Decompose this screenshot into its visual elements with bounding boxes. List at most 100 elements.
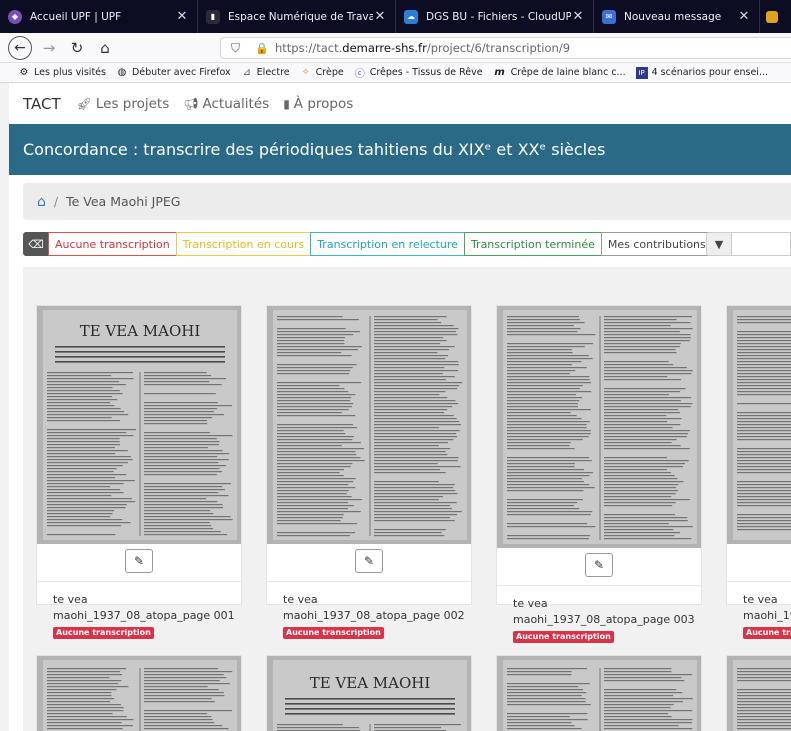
project-banner: Concordance : transcrire des périodiques… — [9, 124, 791, 175]
card-title-line1: te vea — [743, 593, 778, 606]
page-scan-image[interactable] — [37, 656, 241, 731]
filter-aucune-transcription[interactable]: Aucune transcription — [48, 232, 177, 256]
tab-partial[interactable] — [760, 0, 790, 33]
rocket-icon: 🚀︎ — [76, 96, 92, 111]
card-caption: te vea maohi_1937_08_atopa_page 003 Aucu… — [497, 596, 701, 644]
scan-drawing: TE VEA MAOHI — [267, 656, 471, 731]
close-tab-icon[interactable]: ✕ — [571, 9, 585, 24]
bookmark-label: Electre — [256, 67, 290, 78]
filter-mes-contributions[interactable]: Mes contributions — [600, 232, 713, 256]
pencil-icon[interactable]: ✎ — [585, 553, 613, 577]
page-card[interactable] — [36, 655, 242, 731]
back-arrow-icon[interactable]: ← — [8, 35, 32, 60]
shield-icon[interactable]: ⛉ — [231, 41, 245, 56]
page-left-margin — [0, 83, 9, 731]
page-card[interactable]: ✎ te vea maohi_1937_08_atopa_page 002 Au… — [266, 305, 472, 639]
filter-input[interactable] — [732, 232, 791, 256]
page-card[interactable] — [726, 655, 791, 731]
nav-actualites[interactable]: 📢︎ Actualités — [183, 96, 269, 112]
page-card[interactable]: te vea maohi_19 Aucune tra — [726, 305, 791, 639]
eraser-icon[interactable]: ⌫ — [23, 232, 49, 256]
lock-icon[interactable]: 🔒 — [255, 42, 269, 55]
forward-arrow-icon[interactable]: → — [38, 37, 60, 59]
status-filters: ⌫ Aucune transcription Transcription en … — [23, 232, 713, 256]
scan-drawing — [727, 656, 791, 731]
page-scan-image[interactable]: TE VEA MAOHI — [37, 306, 241, 544]
url-domain: demarre-shs.fr — [342, 41, 427, 55]
pencil-icon[interactable]: ✎ — [125, 549, 153, 573]
page-card[interactable]: TE VEA MAOHI ✎ te vea maohi_1937_08_atop… — [36, 305, 242, 639]
page-card[interactable]: ✎ te vea maohi_1937_08_atopa_page 003 Au… — [496, 305, 702, 643]
svg-text:TE VEA MAOHI: TE VEA MAOHI — [310, 674, 431, 692]
bookmark-les-plus-visites[interactable]: ⚙ Les plus visités — [18, 67, 106, 79]
card-title-line2: maohi_1937_08_atopa_page 003 — [513, 613, 695, 626]
bookmark-crepes-tissus[interactable]: ⓒ Crêpes - Tissus de Rêve — [354, 67, 483, 80]
scan-drawing — [267, 306, 471, 544]
bookmark-4-scenarios[interactable]: IP 4 scénarios pour ensei... — [635, 66, 768, 79]
scan-drawing: TE VEA MAOHI — [37, 306, 241, 544]
close-tab-icon[interactable]: ✕ — [737, 9, 751, 24]
home-icon[interactable]: ⌂ — [37, 194, 46, 210]
ent-favicon-icon: ▮ — [206, 9, 220, 24]
gear-icon: ⚙ — [19, 67, 29, 78]
bookmark-electre[interactable]: ⊿ Electre — [241, 67, 290, 79]
tab-title: Nouveau message — [624, 10, 722, 23]
filter-search: ▼ — [706, 232, 791, 256]
card-title-line2: maohi_19 — [743, 609, 791, 622]
close-tab-icon[interactable]: ✕ — [373, 9, 387, 24]
bookmark-crepe[interactable]: ✧ Crèpe — [300, 67, 343, 79]
page-title: Concordance : transcrire des périodiques… — [23, 140, 606, 159]
browser-nav-bar: ← → ↻ ⌂ ⛉ 🔒 https://tact.demarre-shs.fr/… — [0, 33, 791, 63]
breadcrumb-separator: / — [53, 194, 59, 209]
page-scan-image[interactable]: TE VEA MAOHI — [267, 656, 471, 731]
nav-a-propos[interactable]: ▮ À propos — [283, 96, 353, 112]
page-scan-image[interactable] — [497, 656, 701, 731]
tab-title: DGS BU - Fichiers - CloudUPF — [426, 10, 571, 23]
url-bar[interactable]: ⛉ 🔒 https://tact.demarre-shs.fr/project/… — [220, 37, 791, 59]
page-card[interactable]: TE VEA MAOHI — [266, 655, 472, 731]
nav-label: À propos — [293, 95, 354, 112]
filter-transcription-terminee[interactable]: Transcription terminée — [463, 232, 602, 256]
app-navbar: TACT 🚀︎ Les projets 📢︎ Actualités ▮ À propo… — [9, 83, 791, 124]
card-toolbar: ✎ — [497, 548, 701, 586]
tab-ent[interactable]: ▮ Espace Numérique de Travail - ✕ — [198, 0, 396, 33]
nav-les-projets[interactable]: 🚀︎ Les projets — [77, 96, 170, 112]
scan-drawing — [497, 656, 701, 731]
page-scan-image[interactable] — [727, 306, 791, 544]
home-icon[interactable]: ⌂ — [94, 37, 116, 59]
page-gallery: TE VEA MAOHI ✎ te vea maohi_1937_08_atop… — [23, 267, 791, 731]
bookmark-label: Crêpes - Tissus de Rêve — [369, 67, 483, 78]
page-scan-image[interactable] — [727, 656, 791, 731]
nav-label: Les projets — [95, 95, 170, 112]
reload-icon[interactable]: ↻ — [66, 37, 88, 59]
tab-cloudupf[interactable]: ☁ DGS BU - Fichiers - CloudUPF ✕ — [396, 0, 594, 33]
card-caption: te vea maohi_1937_08_atopa_page 001 Aucu… — [37, 592, 241, 640]
tab-accueil-upf[interactable]: ◆ Accueil UPF | UPF ✕ — [0, 0, 198, 33]
bookmark-label: Crêpe de laine blanc c... — [510, 67, 626, 78]
tab-title: Espace Numérique de Travail - — [228, 10, 373, 23]
circle-icon: ⓒ — [354, 69, 365, 80]
card-toolbar: ✎ — [37, 544, 241, 582]
page-scan-image[interactable] — [267, 306, 471, 544]
upf-favicon-icon: ◆ — [8, 9, 22, 24]
close-tab-icon[interactable]: ✕ — [175, 9, 189, 24]
card-title-line2: maohi_1937_08_atopa_page 002 — [283, 609, 465, 622]
pencil-icon[interactable]: ✎ — [355, 549, 383, 573]
filter-transcription-en-cours[interactable]: Transcription en cours — [175, 232, 312, 256]
tab-nouveau-message[interactable]: ✉ Nouveau message ✕ — [594, 0, 760, 33]
bookmark-crepe-laine[interactable]: m Crêpe de laine blanc c... — [493, 67, 626, 79]
url-text[interactable]: https://tact.demarre-shs.fr/project/6/tr… — [275, 41, 570, 55]
status-badge: Aucune transcription — [53, 627, 154, 639]
page-scan-image[interactable] — [497, 306, 701, 548]
bookmark-label: Les plus visités — [34, 67, 106, 78]
page-card[interactable] — [496, 655, 702, 731]
filter-transcription-en-relecture[interactable]: Transcription en relecture — [310, 232, 465, 256]
filter-icon[interactable]: ▼ — [706, 232, 732, 256]
bookmark-debuter-firefox[interactable]: ◍ Débuter avec Firefox — [116, 67, 231, 79]
partial-favicon-icon — [766, 10, 778, 23]
card-toolbar — [727, 544, 791, 582]
card-title-line1: te vea — [53, 593, 88, 606]
cloud-favicon-icon: ☁ — [404, 9, 418, 24]
url-prefix: https://tact. — [275, 41, 343, 55]
brand-logo[interactable]: TACT — [23, 95, 61, 113]
